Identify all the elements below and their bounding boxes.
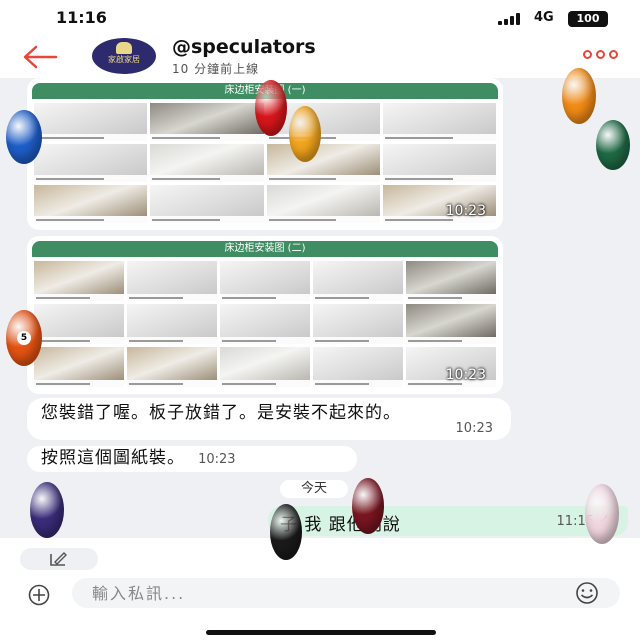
- emoji-icon[interactable]: [566, 582, 608, 604]
- diagram-step-photo: [220, 261, 310, 301]
- battery-icon: 100: [568, 11, 608, 27]
- diagram-step-photo: [127, 261, 217, 301]
- diagram-step-photo: [34, 185, 148, 223]
- billiard-ball-icon: [562, 68, 596, 124]
- diagram-step-photo: [34, 261, 124, 301]
- message-input-wrapper[interactable]: [72, 578, 620, 608]
- avatar-text: 家啟家居: [108, 55, 140, 64]
- avatar[interactable]: 家啟家居: [92, 38, 156, 74]
- diagram-step-photo: [150, 144, 264, 182]
- billiard-ball-icon: [585, 484, 619, 544]
- billiard-ball-icon: [270, 504, 302, 560]
- diagram-step-photo: [220, 304, 310, 344]
- message-time: 10:23: [455, 421, 493, 436]
- date-divider: 今天: [280, 480, 348, 498]
- billiard-ball-icon: [6, 110, 42, 164]
- quick-reply-button[interactable]: [20, 548, 98, 570]
- message-text: 您裝錯了喔。板子放錯了。是安裝不起來的。: [41, 403, 401, 423]
- message-time: 10:23: [198, 452, 236, 467]
- avatar-emblem-icon: [116, 42, 132, 54]
- incoming-message[interactable]: 您裝錯了喔。板子放錯了。是安裝不起來的。 10:23: [27, 398, 511, 440]
- message-time: 10:23: [445, 203, 486, 219]
- image-message[interactable]: 床边柜安装图 (二) 10:23: [27, 236, 503, 394]
- edit-icon: [50, 552, 67, 566]
- assembly-diagram-image[interactable]: 床边柜安装图 (二) 10:23: [32, 241, 498, 389]
- diagram-step-photo: [266, 144, 380, 182]
- status-bar: 11:16 4G 100: [0, 0, 640, 36]
- message-text: 按照這個圖紙裝。: [41, 448, 185, 468]
- diagram-step-photo: [313, 261, 403, 301]
- message-input[interactable]: [92, 582, 562, 604]
- diagram-banner: 床边柜安装图 (二): [32, 241, 498, 257]
- billiard-ball-icon: [30, 482, 64, 538]
- diagram-step-photo: [313, 304, 403, 344]
- diagram-step-photo: [34, 304, 124, 344]
- diagram-step-photo: [34, 144, 148, 182]
- incoming-message[interactable]: 按照這個圖紙裝。 10:23: [27, 446, 357, 472]
- diagram-step-photo: [34, 347, 124, 387]
- diagram-step-photo: [220, 347, 310, 387]
- status-time: 11:16: [56, 8, 107, 27]
- message-time: 10:23: [445, 367, 486, 383]
- diagram-step-photo: [150, 185, 264, 223]
- outgoing-message[interactable]: 子 我 跟他們說 11:15 ✓: [268, 506, 628, 536]
- diagram-step-photo: [382, 144, 496, 182]
- signal-icon: [498, 13, 524, 25]
- diagram-step-photo: [266, 185, 380, 223]
- composer-bar: [0, 538, 640, 640]
- diagram-step-photo: [127, 304, 217, 344]
- network-type: 4G: [534, 10, 554, 25]
- back-arrow-icon[interactable]: [22, 44, 58, 70]
- chat-area[interactable]: 床边柜安装图 (一) 10:23 床边柜安装图 (二) 10:23 您裝錯了喔。…: [0, 78, 640, 538]
- billiard-ball-icon: [255, 80, 287, 136]
- diagram-step-photo: [34, 103, 148, 141]
- chat-header: 家啟家居 @speculators 10 分鐘前上線: [0, 36, 640, 78]
- add-attachment-icon[interactable]: [22, 584, 56, 606]
- billiard-ball-icon: [289, 106, 321, 162]
- diagram-step-photo: [127, 347, 217, 387]
- contact-status: 10 分鐘前上線: [172, 62, 260, 76]
- billiard-ball-icon: [352, 478, 384, 534]
- more-options-icon[interactable]: [583, 50, 619, 60]
- home-indicator: [206, 630, 436, 635]
- diagram-step-photo: [406, 261, 496, 301]
- contact-name[interactable]: @speculators: [172, 36, 316, 58]
- billiard-ball-icon: 5: [6, 310, 42, 366]
- billiard-ball-icon: [596, 120, 630, 170]
- diagram-step-photo: [150, 103, 264, 141]
- diagram-step-photo: [313, 347, 403, 387]
- diagram-step-photo: [406, 304, 496, 344]
- diagram-step-photo: [382, 103, 496, 141]
